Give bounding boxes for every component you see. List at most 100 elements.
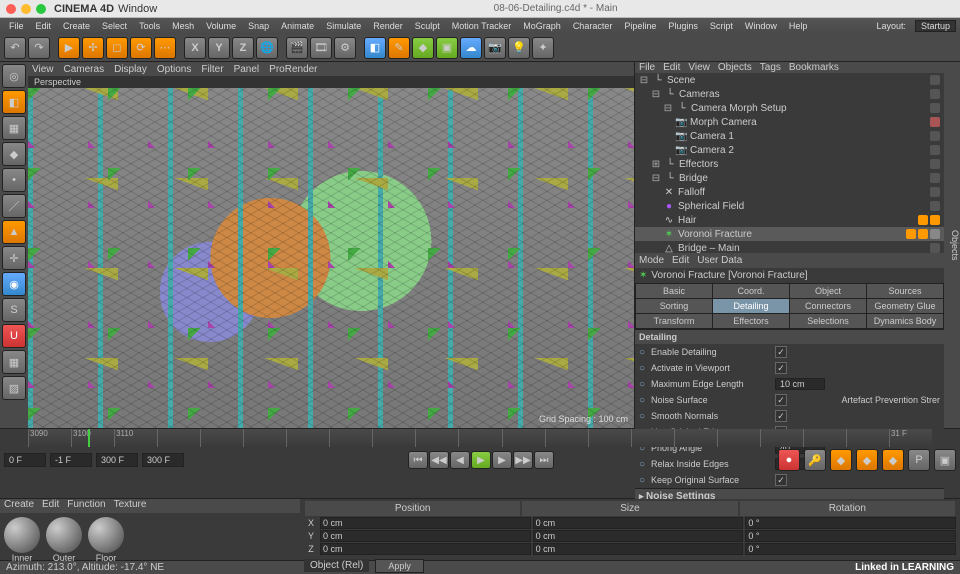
tree-bridge-main[interactable]: △Bridge – Main bbox=[635, 241, 944, 253]
rot-y[interactable] bbox=[745, 530, 956, 542]
edge-mode-icon[interactable]: ／ bbox=[2, 194, 26, 218]
tab-object[interactable]: Object bbox=[790, 284, 866, 298]
menu-mograph[interactable]: MoGraph bbox=[518, 21, 566, 31]
polygon-mode-icon[interactable]: ▲ bbox=[2, 220, 26, 244]
checkbox[interactable]: ✓ bbox=[775, 410, 787, 422]
next-frame-icon[interactable]: ▶ bbox=[492, 451, 512, 469]
model-mode-icon[interactable]: ◎ bbox=[2, 64, 26, 88]
soft-select-icon[interactable]: ▦ bbox=[2, 350, 26, 374]
key-pos-icon[interactable]: ◆ bbox=[830, 449, 852, 471]
tree-falloff[interactable]: ✕Falloff bbox=[635, 185, 944, 199]
menu-file[interactable]: File bbox=[4, 21, 29, 31]
checkbox[interactable]: ✓ bbox=[775, 362, 787, 374]
workplane-icon[interactable]: ◆ bbox=[2, 142, 26, 166]
object-mode-icon[interactable]: ◧ bbox=[2, 90, 26, 114]
key-pla-icon[interactable]: ▣ bbox=[934, 449, 956, 471]
menu-simulate[interactable]: Simulate bbox=[321, 21, 366, 31]
menu-character[interactable]: Character bbox=[568, 21, 618, 31]
rot-x[interactable] bbox=[745, 517, 956, 529]
autokey-icon[interactable]: 🔑 bbox=[804, 449, 826, 471]
tl-right[interactable]: 300 F bbox=[96, 453, 138, 467]
light-icon[interactable]: 💡 bbox=[508, 37, 530, 59]
attr-userdata[interactable]: User Data bbox=[697, 255, 742, 266]
record-icon[interactable]: ● bbox=[778, 449, 800, 471]
menu-snap[interactable]: Snap bbox=[243, 21, 274, 31]
tree-scene[interactable]: ⊟└Scene bbox=[635, 73, 944, 87]
x-axis-toggle[interactable]: X bbox=[184, 37, 206, 59]
tree-hair[interactable]: ∿Hair bbox=[635, 213, 944, 227]
layout-select[interactable]: Startup bbox=[915, 20, 956, 32]
checkbox[interactable]: ✓ bbox=[775, 346, 787, 358]
pos-y[interactable] bbox=[320, 530, 531, 542]
menu-mesh[interactable]: Mesh bbox=[167, 21, 199, 31]
menu-motiontracker[interactable]: Motion Tracker bbox=[447, 21, 517, 31]
vp-options[interactable]: Options bbox=[157, 64, 191, 75]
tree-morph-camera[interactable]: 📷Morph Camera bbox=[635, 115, 944, 129]
magnet-icon[interactable]: U bbox=[2, 324, 26, 348]
point-mode-icon[interactable]: • bbox=[2, 168, 26, 192]
tab-detailing[interactable]: Detailing bbox=[713, 299, 789, 313]
om-edit[interactable]: Edit bbox=[663, 62, 680, 73]
history-tool[interactable]: ⋯ bbox=[154, 37, 176, 59]
vp-display[interactable]: Display bbox=[114, 64, 147, 75]
tab-sorting[interactable]: Sorting bbox=[636, 299, 712, 313]
side-tab-objects[interactable]: Objects bbox=[944, 62, 960, 428]
next-key-icon[interactable]: ▶▶ bbox=[513, 451, 533, 469]
select-tool[interactable]: ▶ bbox=[58, 37, 80, 59]
traffic-lights[interactable] bbox=[6, 4, 46, 14]
environment-icon[interactable]: ☁ bbox=[460, 37, 482, 59]
deformer-icon[interactable]: ▣ bbox=[436, 37, 458, 59]
checkbox[interactable]: ✓ bbox=[775, 474, 787, 486]
attr-mode[interactable]: Mode bbox=[639, 255, 664, 266]
z-axis-toggle[interactable]: Z bbox=[232, 37, 254, 59]
size-y[interactable] bbox=[533, 530, 744, 542]
snap-icon[interactable]: S bbox=[2, 298, 26, 322]
play-icon[interactable]: ▶ bbox=[471, 451, 491, 469]
timeline-ruler[interactable]: 309031003110 31 F bbox=[28, 429, 932, 447]
camera-icon[interactable]: 📷 bbox=[484, 37, 506, 59]
tl-start[interactable]: 0 F bbox=[4, 453, 46, 467]
vp-cameras[interactable]: Cameras bbox=[64, 64, 105, 75]
vp-prorender[interactable]: ProRender bbox=[269, 64, 317, 75]
material-floor[interactable] bbox=[88, 517, 124, 553]
tab-selections[interactable]: Selections bbox=[790, 314, 866, 328]
prev-key-icon[interactable]: ◀◀ bbox=[429, 451, 449, 469]
tree-camera-2[interactable]: 📷Camera 2 bbox=[635, 143, 944, 157]
viewport-3d[interactable]: Grid Spacing : 100 cm bbox=[28, 88, 634, 428]
checkbox[interactable]: ✓ bbox=[775, 394, 787, 406]
vp-view[interactable]: View bbox=[32, 64, 54, 75]
tab-dynamicsbody[interactable]: Dynamics Body bbox=[867, 314, 943, 328]
tl-left[interactable]: -1 F bbox=[50, 453, 92, 467]
tree-camera-morph-setup[interactable]: ⊟└Camera Morph Setup bbox=[635, 101, 944, 115]
menu-tools[interactable]: Tools bbox=[134, 21, 165, 31]
size-x[interactable] bbox=[533, 517, 744, 529]
tab-connectors[interactable]: Connectors bbox=[790, 299, 866, 313]
rotate-tool[interactable]: ⟳ bbox=[130, 37, 152, 59]
key-scale-icon[interactable]: ◆ bbox=[856, 449, 878, 471]
playhead[interactable] bbox=[88, 429, 90, 447]
tab-coord[interactable]: Coord. bbox=[713, 284, 789, 298]
rot-z[interactable] bbox=[745, 543, 956, 555]
clapboard-icon[interactable]: 🎬 bbox=[286, 37, 308, 59]
pos-z[interactable] bbox=[320, 543, 531, 555]
tab-effectors[interactable]: Effectors bbox=[713, 314, 789, 328]
menu-select[interactable]: Select bbox=[97, 21, 132, 31]
tree-effectors-group[interactable]: ⊞└Effectors bbox=[635, 157, 944, 171]
key-rot-icon[interactable]: ◆ bbox=[882, 449, 904, 471]
apply-button[interactable]: Apply bbox=[375, 559, 424, 573]
size-z[interactable] bbox=[533, 543, 744, 555]
y-axis-toggle[interactable]: Y bbox=[208, 37, 230, 59]
menu-help[interactable]: Help bbox=[784, 21, 813, 31]
generator-icon[interactable]: ◆ bbox=[412, 37, 434, 59]
menu-volume[interactable]: Volume bbox=[201, 21, 241, 31]
goto-start-icon[interactable]: ⏮ bbox=[408, 451, 428, 469]
sculpt-icon[interactable]: ▨ bbox=[2, 376, 26, 400]
mat-edit[interactable]: Edit bbox=[42, 499, 59, 513]
om-objects[interactable]: Objects bbox=[718, 62, 752, 73]
move-tool[interactable]: ✢ bbox=[82, 37, 104, 59]
goto-end-icon[interactable]: ⏭ bbox=[534, 451, 554, 469]
mat-texture[interactable]: Texture bbox=[114, 499, 147, 513]
menu-create[interactable]: Create bbox=[58, 21, 95, 31]
tab-transform[interactable]: Transform bbox=[636, 314, 712, 328]
key-param-icon[interactable]: P bbox=[908, 449, 930, 471]
